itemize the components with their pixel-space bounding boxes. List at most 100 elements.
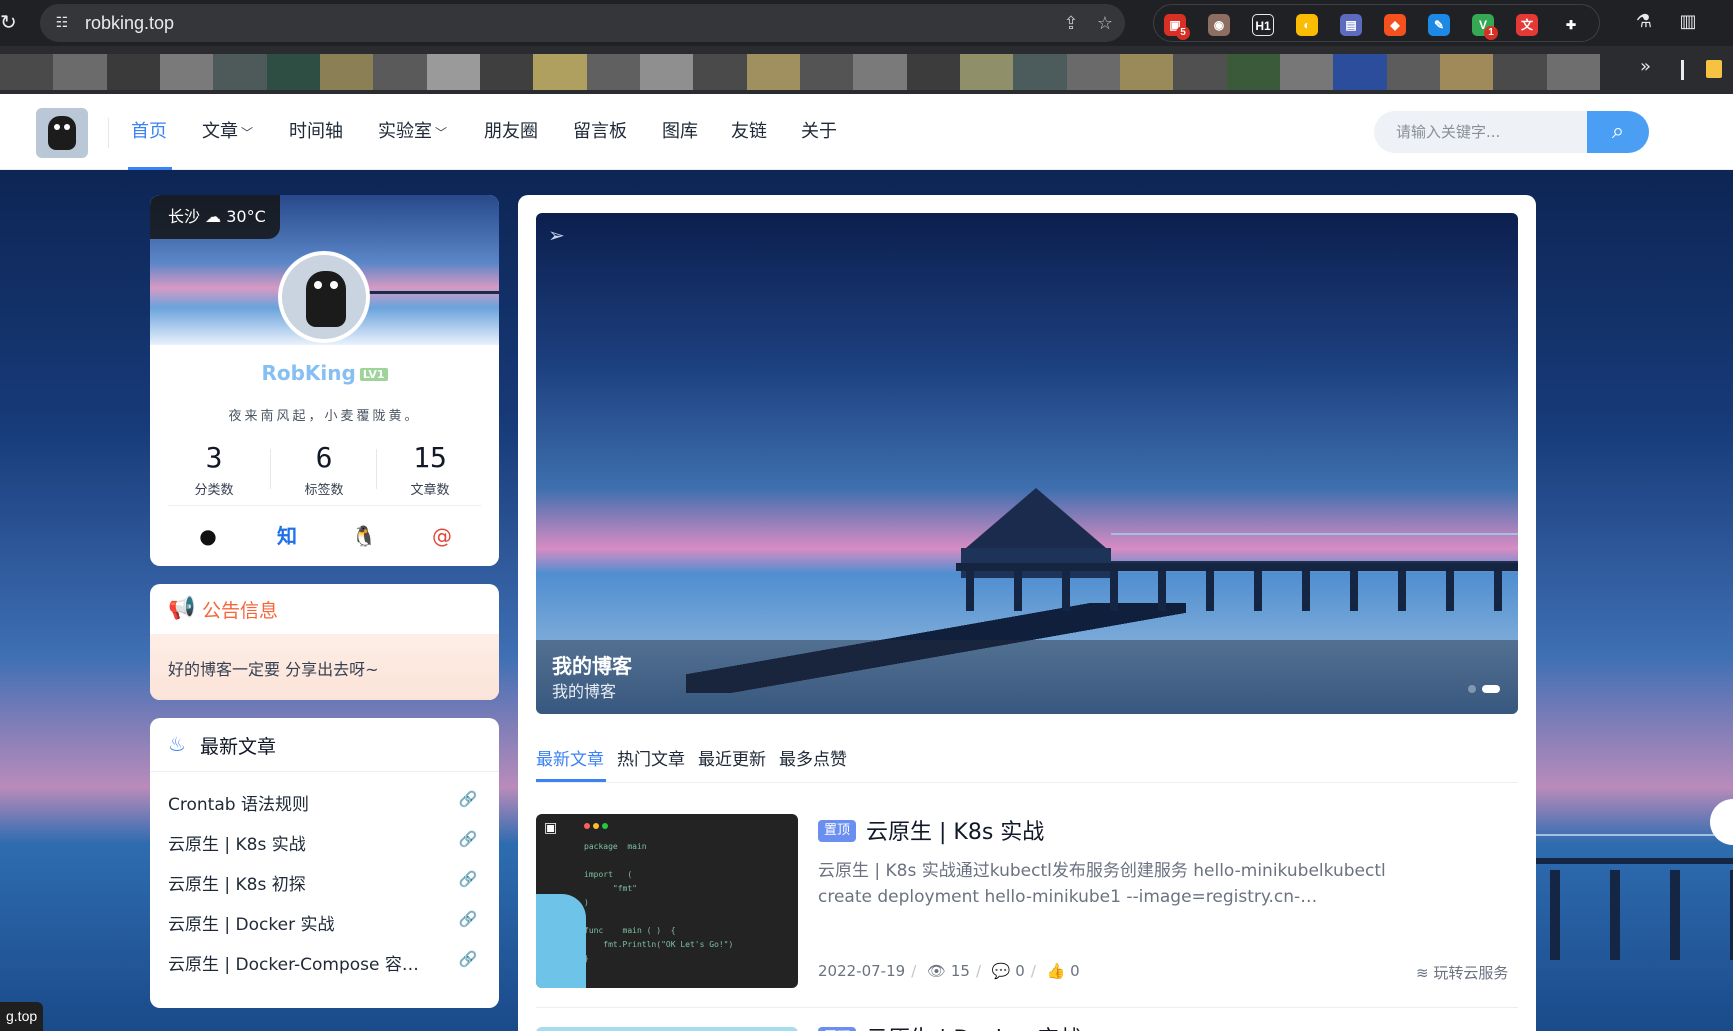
url-text[interactable]: robking.top [85,13,174,34]
extension-window-icon[interactable]: ▤ [1340,14,1362,36]
post-thumbnail[interactable]: ▣ package main import ( "fmt" ) func mai… [536,814,798,988]
nav-friends-circle[interactable]: 朋友圈 [484,94,538,170]
extension-h1-icon[interactable]: H1 [1252,14,1274,36]
bookmark-folder-icon[interactable] [1706,60,1722,78]
stat-divider [376,449,377,489]
qq-icon[interactable]: 🐧 [349,521,379,551]
nav-gallery[interactable]: 图库 [662,94,698,170]
search-button[interactable]: ⌕ [1587,111,1649,153]
nav-label: 图库 [662,121,698,142]
extension-translate-icon[interactable]: 文 [1516,14,1538,36]
stat-label: 标签数 [304,483,344,498]
blurred-bookmarks [0,54,1600,90]
post-meta: 2022-07-19 / 👁 15 / 💬 0 / 👍 0 [818,962,1080,980]
extension-red-icon[interactable]: ▣ 5 [1164,14,1190,40]
search-icon: ⌕ [1611,119,1625,144]
site-logo[interactable] [36,108,88,158]
logo-divider [108,118,109,148]
recent-post-title: 云原生 | Docker-Compose 容… [168,955,419,975]
search-input[interactable] [1374,111,1587,153]
tab-most-liked[interactable]: 最多点赞 [779,745,847,770]
recent-post-item[interactable]: Crontab 语法规则 🔗 [168,786,481,816]
nav-label: 实验室 [378,121,432,142]
bookmarks-overflow-icon[interactable]: » [1640,56,1651,77]
recent-posts-header: ♨ 最新文章 [150,718,499,772]
recent-post-title: Crontab 语法规则 [168,795,309,815]
post-title[interactable]: 云原生 | Docker 实战 [866,1021,1081,1031]
extension-vue-icon[interactable]: V1 [1472,14,1498,40]
post-thumbnail[interactable] [536,1027,798,1031]
extension-orange-icon[interactable]: ◆ [1384,14,1406,36]
bookmark-star-icon[interactable]: ☆ [1094,13,1116,35]
site-header: 首页 文章﹀ 时间轴 实验室﹀ 朋友圈 留言板 图库 友链 关于 ⌕ [0,94,1733,170]
email-icon[interactable]: @ [427,521,457,551]
notice-body: 好的博客一定要 分享出去呀~ [150,634,499,700]
side-panel-icon[interactable]: ▥ [1676,10,1700,34]
link-icon: 🔗 [458,950,478,968]
main-content-card: ➢ 我的博客 我的博客 最新文章 热门文章 最近更新 最多点赞 ▣ packag… [518,195,1536,1031]
banner-pier [350,291,499,301]
post-category-label: 玩转云服务 [1433,964,1509,982]
logo-eye [64,124,70,130]
post-divider [536,1007,1518,1008]
address-bar[interactable]: ☷ robking.top ⇪ ☆ [40,4,1125,42]
carousel-pier-roof [966,488,1106,548]
labs-flask-icon[interactable]: ⚗ [1632,10,1656,34]
nav-guestbook[interactable]: 留言板 [573,94,627,170]
weather-widget: 长沙 ☁ 30°C [150,195,280,239]
post-title[interactable]: 云原生 | K8s 实战 [866,814,1044,846]
carousel-subtitle: 我的博客 [552,682,617,701]
bookmarks-bar: » [0,46,1733,94]
nav-label: 留言板 [573,121,627,142]
profile-card: 长沙 ☁ 30°C RobKing LV1 夜来南风起，小麦覆陇黄。 3 分类数 … [150,195,499,566]
tab-hot[interactable]: 热门文章 [617,745,685,770]
post-excerpt: 云原生 | K8s 实战通过kubectl发布服务创建服务 hello-mini… [818,861,1386,907]
nav-timeline[interactable]: 时间轴 [289,94,343,170]
extension-color-icon[interactable]: ◐ [1296,14,1318,36]
avatar-cat-icon [306,271,346,327]
page-viewport: 首页 文章﹀ 时间轴 实验室﹀ 朋友圈 留言板 图库 友链 关于 ⌕ 长沙 ☁ … [0,94,1733,1031]
post-category[interactable]: ≋ 玩转云服务 [1416,962,1508,983]
carousel-dot[interactable] [1468,685,1476,693]
stat-articles[interactable]: 15 文章数 [378,441,482,498]
extension-blue-icon[interactable]: ✎ [1428,14,1450,36]
extensions-group: ▣ 5 ◉ H1 ◐ ▤ ◆ ✎ V1 文 ✚ [1153,4,1600,42]
recent-post-title: 云原生 | Docker 实战 [168,915,335,935]
stat-tags[interactable]: 6 标签数 [272,441,376,498]
tab-latest[interactable]: 最新文章 [536,745,604,770]
stat-categories[interactable]: 3 分类数 [162,441,266,498]
hero-carousel[interactable]: ➢ 我的博客 我的博客 [536,213,1518,714]
recent-post-item[interactable]: 云原生 | K8s 初探 🔗 [168,866,481,896]
thumbs-up-icon: 👍 [1046,962,1066,980]
megaphone-icon: 📢 [168,596,196,621]
site-info-icon[interactable]: ☷ [52,13,72,33]
nav-links[interactable]: 友链 [731,94,767,170]
reload-icon[interactable]: ↻ [0,10,20,34]
notice-title: 公告信息 [202,600,279,622]
background-pier-legs [1550,870,1733,960]
recent-post-item[interactable]: 云原生 | Docker-Compose 容… 🔗 [168,946,481,976]
share-icon[interactable]: ⇪ [1060,13,1082,35]
post-card[interactable]: ▣ package main import ( "fmt" ) func mai… [536,814,1518,994]
nav-about[interactable]: 关于 [801,94,837,170]
nav-home[interactable]: 首页 [131,94,167,170]
github-icon[interactable]: ● [193,521,223,551]
avatar-eye [314,281,322,289]
recent-post-item[interactable]: 云原生 | Docker 实战 🔗 [168,906,481,936]
zhihu-icon[interactable]: 知 [272,521,302,551]
carousel-dot-active[interactable] [1482,685,1500,693]
layers-icon: ≋ [1416,964,1429,982]
pinned-badge: 置顶 [818,820,857,842]
recent-post-item[interactable]: 云原生 | K8s 实战 🔗 [168,826,481,856]
nav-lab[interactable]: 实验室 ﹀ [378,94,447,170]
extension-owl-icon[interactable]: ◉ [1208,14,1230,36]
code-snippet: package main import ( "fmt" ) func main … [584,842,734,963]
carousel-pier-rail [1111,533,1518,563]
stat-number: 15 [413,441,447,474]
extensions-puzzle-icon[interactable]: ✚ [1560,14,1582,36]
meta-separator: / [1030,962,1036,980]
nav-articles[interactable]: 文章 ﹀ [202,94,253,170]
tab-updated[interactable]: 最近更新 [698,745,766,770]
nav-label: 时间轴 [289,121,343,142]
avatar[interactable] [278,251,370,343]
